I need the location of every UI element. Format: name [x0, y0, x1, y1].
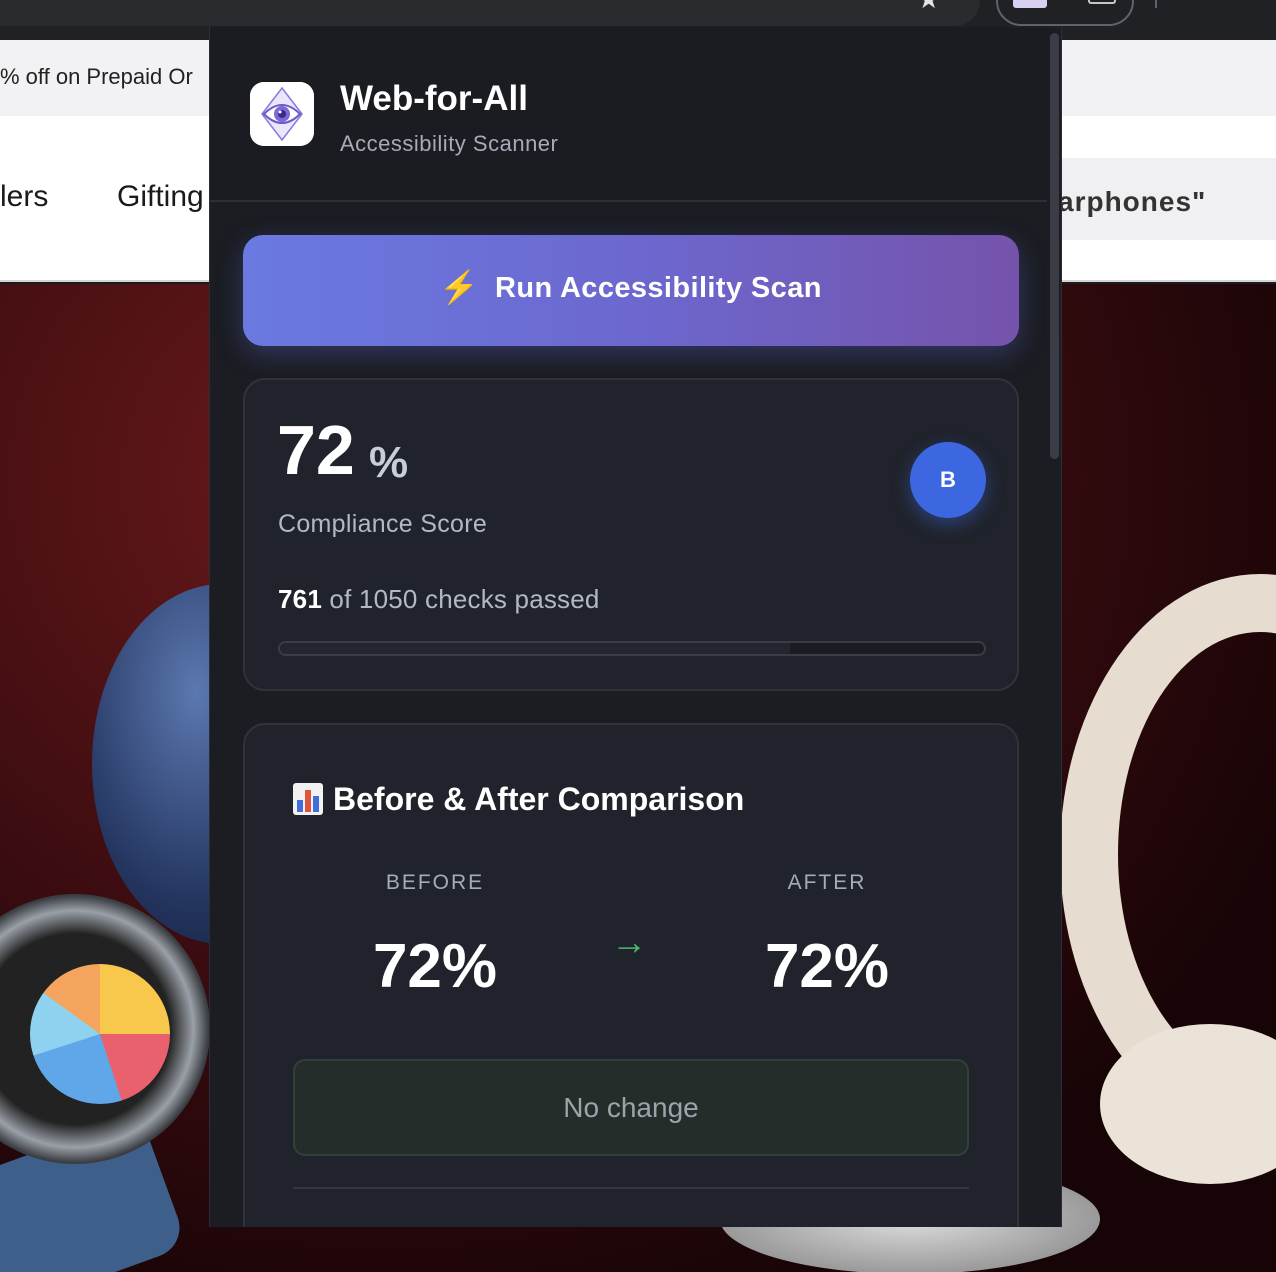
- bar-chart-icon: [293, 783, 323, 815]
- arrow-right-icon: →: [611, 921, 647, 962]
- comparison-title: Before & After Comparison: [333, 781, 745, 817]
- checks-summary: 761 of 1050 checks passed: [278, 584, 600, 615]
- nav-item-gifting[interactable]: Gifting: [117, 180, 204, 214]
- checks-passed-count: 761: [278, 584, 322, 614]
- score-value: 72: [277, 411, 355, 489]
- run-scan-button[interactable]: ⚡ Run Accessibility Scan: [243, 235, 1019, 346]
- score-label: Compliance Score: [278, 510, 488, 538]
- after-label: AFTER: [787, 871, 867, 894]
- active-extension-icon[interactable]: [1013, 0, 1047, 8]
- popup-header: Web-for-All Accessibility Scanner: [210, 27, 1061, 202]
- lightning-icon: ⚡: [439, 269, 479, 305]
- toolbar-divider: [1155, 0, 1157, 8]
- compliance-score-card: 72 % Compliance Score B 761 of 1050 chec…: [243, 378, 1019, 691]
- app-subtitle: Accessibility Scanner: [340, 131, 559, 156]
- nav-item-orders[interactable]: lers: [0, 180, 48, 214]
- after-value: 72%: [764, 932, 890, 1001]
- before-value: 72%: [372, 932, 498, 1001]
- watch-face-image: [30, 964, 170, 1104]
- change-status-text: No change: [563, 1092, 699, 1123]
- extension-popup: Web-for-All Accessibility Scanner ⚡ Run …: [209, 27, 1062, 1227]
- run-scan-label: Run Accessibility Scan: [495, 272, 822, 304]
- site-search-text: arphones": [1058, 186, 1207, 217]
- address-bar[interactable]: ɔ. · · · · · · · · · ·: [0, 0, 980, 26]
- score-progress-bar: [278, 641, 986, 656]
- checks-total-text: of 1050 checks passed: [329, 584, 600, 614]
- app-title: Web-for-All: [340, 79, 528, 118]
- change-status-box: No change: [293, 1059, 969, 1156]
- popup-scrollbar[interactable]: [1047, 27, 1061, 1227]
- comparison-divider: [293, 1187, 969, 1189]
- score-progress-fill: [280, 643, 791, 654]
- before-label: BEFORE: [385, 871, 485, 894]
- score-unit: %: [369, 438, 409, 487]
- bookmark-star-icon[interactable]: ★: [917, 0, 940, 15]
- grade-badge: B: [910, 442, 986, 518]
- eye-icon: [250, 82, 314, 146]
- comparison-card: Before & After Comparison BEFORE 72% → A…: [243, 723, 1019, 1227]
- tab-search-icon[interactable]: [1088, 0, 1116, 4]
- offer-text: % off on Prepaid Or: [0, 64, 193, 89]
- popup-scrollbar-thumb[interactable]: [1050, 33, 1059, 459]
